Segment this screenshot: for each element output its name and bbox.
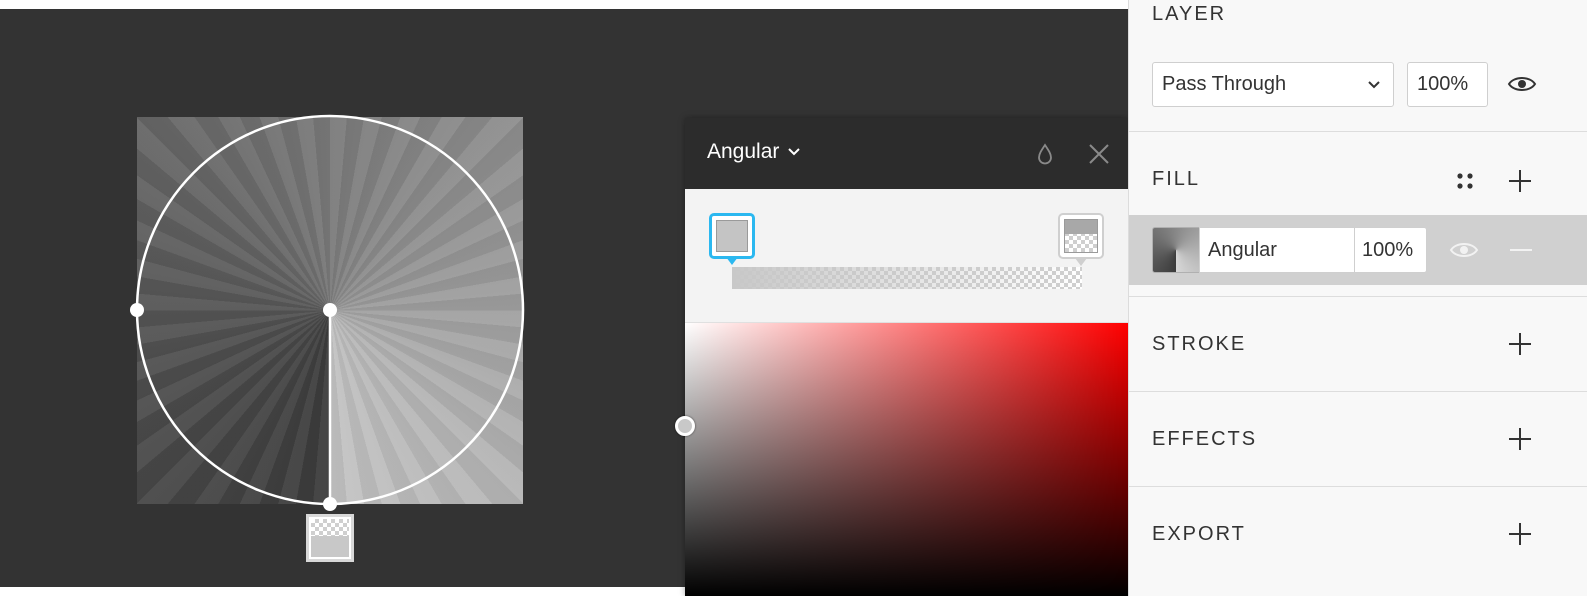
- color-stop-end[interactable]: [1058, 213, 1104, 266]
- color-stop-start[interactable]: [709, 213, 755, 265]
- blend-mode-value: Pass Through: [1162, 73, 1287, 95]
- effects-section: EFFECTS: [1129, 392, 1587, 487]
- fill-opacity-input[interactable]: 100%: [1354, 227, 1427, 273]
- eye-icon[interactable]: [1507, 74, 1537, 94]
- close-icon[interactable]: [1087, 142, 1111, 166]
- add-effect-button[interactable]: [1507, 426, 1533, 452]
- eye-icon[interactable]: [1449, 240, 1479, 260]
- chevron-down-icon: [788, 148, 801, 156]
- chevron-down-icon: [1368, 81, 1380, 89]
- gradient-editor-overlay: [130, 114, 525, 511]
- fill-title: FILL: [1152, 168, 1201, 190]
- stop-transparent-fill: [1064, 219, 1098, 253]
- gradient-type-dropdown[interactable]: Angular: [707, 140, 801, 164]
- gradient-radius-handle[interactable]: [130, 303, 144, 317]
- stroke-section: STROKE: [1129, 297, 1587, 392]
- properties-panel: LAYER Pass Through 100% FILL Angular 100…: [1128, 0, 1587, 596]
- styles-grid-icon[interactable]: [1454, 170, 1476, 192]
- stop-swatch-preview: [311, 519, 349, 557]
- saturation-brightness-field[interactable]: [675, 323, 1128, 596]
- layer-opacity-value: 100%: [1417, 73, 1469, 95]
- minus-icon[interactable]: [1509, 248, 1533, 252]
- gradient-stops-editor: [685, 189, 1128, 323]
- fill-swatch[interactable]: [1152, 227, 1200, 273]
- fill-row[interactable]: Angular 100%: [1129, 215, 1587, 285]
- canvas-color-stop[interactable]: [306, 514, 354, 562]
- fill-opacity-value: 100%: [1362, 238, 1414, 261]
- layer-opacity-input[interactable]: 100%: [1407, 62, 1488, 107]
- effects-title: EFFECTS: [1152, 428, 1258, 450]
- fill-type-field[interactable]: Angular: [1199, 227, 1355, 273]
- export-title: EXPORT: [1152, 523, 1246, 545]
- add-stroke-button[interactable]: [1507, 331, 1533, 357]
- layer-section: LAYER Pass Through 100%: [1129, 0, 1587, 132]
- add-fill-button[interactable]: [1507, 168, 1533, 194]
- stroke-title: STROKE: [1152, 333, 1247, 355]
- layer-title: LAYER: [1152, 3, 1227, 25]
- add-export-button[interactable]: [1507, 521, 1533, 547]
- blend-mode-select[interactable]: Pass Through: [1152, 62, 1394, 107]
- drop-icon[interactable]: [1035, 142, 1055, 166]
- gradient-center-handle[interactable]: [323, 303, 337, 317]
- gradient-end-handle[interactable]: [323, 497, 337, 511]
- gradient-type-label: Angular: [707, 140, 780, 163]
- gradient-picker-popup: Angular: [675, 118, 1128, 596]
- fill-type-value: Angular: [1208, 238, 1277, 261]
- color-field-handle[interactable]: [675, 416, 695, 436]
- fill-section: FILL Angular 100%: [1129, 132, 1587, 297]
- stop-color-fill: [716, 220, 748, 252]
- gradient-preview-bar[interactable]: [732, 267, 1082, 289]
- export-section: EXPORT: [1129, 487, 1587, 596]
- picker-header: Angular: [685, 118, 1128, 189]
